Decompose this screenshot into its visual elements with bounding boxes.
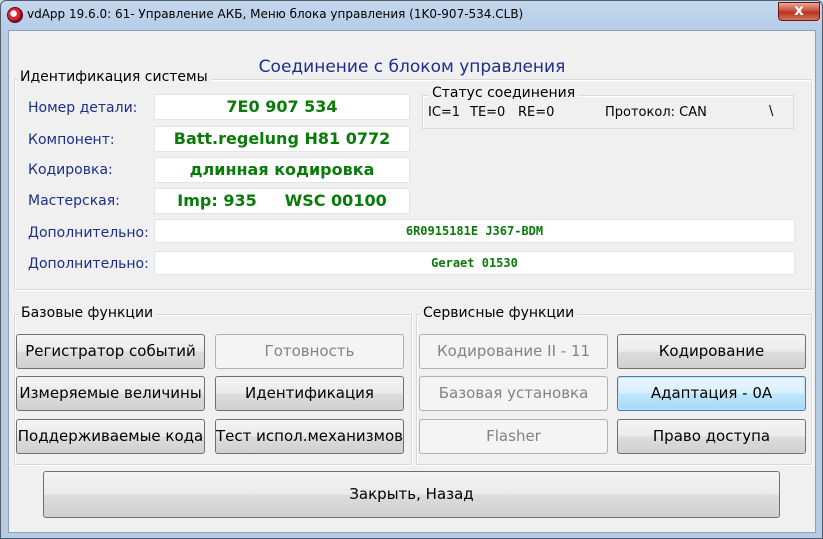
coding-button[interactable]: Кодирование (617, 334, 806, 369)
title-bar[interactable]: vdApp 19.6.0: 61- Управление АКБ, Меню б… (1, 1, 822, 29)
app-window: vdApp 19.6.0: 61- Управление АКБ, Меню б… (0, 0, 823, 539)
part-number-label: Номер детали: (28, 100, 138, 116)
security-access-button[interactable]: Право доступа (617, 419, 806, 454)
status-protocol: Протокол: CAN (605, 105, 707, 120)
readiness-button[interactable]: Готовность (215, 334, 404, 369)
extra-info-field-1: 6R0915181E J367-BDM (154, 219, 795, 243)
flasher-button[interactable]: Flasher (419, 419, 608, 454)
coding-field: длинная кодировка (154, 157, 410, 183)
close-back-button[interactable]: Закрыть, Назад (43, 471, 780, 518)
service-functions-title: Сервисные функции (420, 305, 578, 321)
component-field: Batt.regelung H81 0772 (154, 126, 410, 152)
basic-functions-title: Базовые функции (18, 305, 157, 321)
connection-status-title: Статус соединения (429, 85, 579, 101)
extra-info-field-2: Geraet 01530 (154, 251, 795, 275)
status-re: RE=0 (518, 105, 555, 120)
status-te: TE=0 (470, 105, 506, 120)
window-title: vdApp 19.6.0: 61- Управление АКБ, Меню б… (27, 7, 524, 21)
close-icon: x (794, 1, 804, 19)
measured-values-button[interactable]: Измеряемые величины (16, 376, 205, 411)
main-panel: Соединение с блоком управления Идентифик… (8, 30, 816, 533)
extra-info-label-1: Дополнительно: (28, 225, 149, 241)
actuator-test-button[interactable]: Тест испол.механизмов (215, 419, 404, 454)
status-ic: IC=1 (428, 105, 461, 120)
app-logo-icon (7, 7, 23, 23)
supported-codes-button[interactable]: Поддерживаемые кода (16, 419, 205, 454)
identification-group-title: Идентификация системы (17, 69, 211, 85)
basic-settings-button[interactable]: Базовая установка (419, 376, 608, 411)
extra-info-label-2: Дополнительно: (28, 256, 149, 272)
event-log-button[interactable]: Регистратор событий (16, 334, 205, 369)
identification-button[interactable]: Идентификация (215, 376, 404, 411)
status-activity-indicator: \ (769, 104, 774, 119)
workshop-label: Мастерская: (28, 193, 120, 209)
coding-ii-button[interactable]: Кодирование II - 11 (419, 334, 608, 369)
part-number-field: 7E0 907 534 (154, 94, 410, 120)
workshop-field: Imp: 935 WSC 00100 (154, 188, 410, 214)
window-close-button[interactable]: x (778, 1, 820, 21)
coding-label: Кодировка: (28, 162, 113, 178)
adaptation-button[interactable]: Адаптация - 0A (617, 376, 806, 411)
component-label: Компонент: (28, 132, 115, 148)
